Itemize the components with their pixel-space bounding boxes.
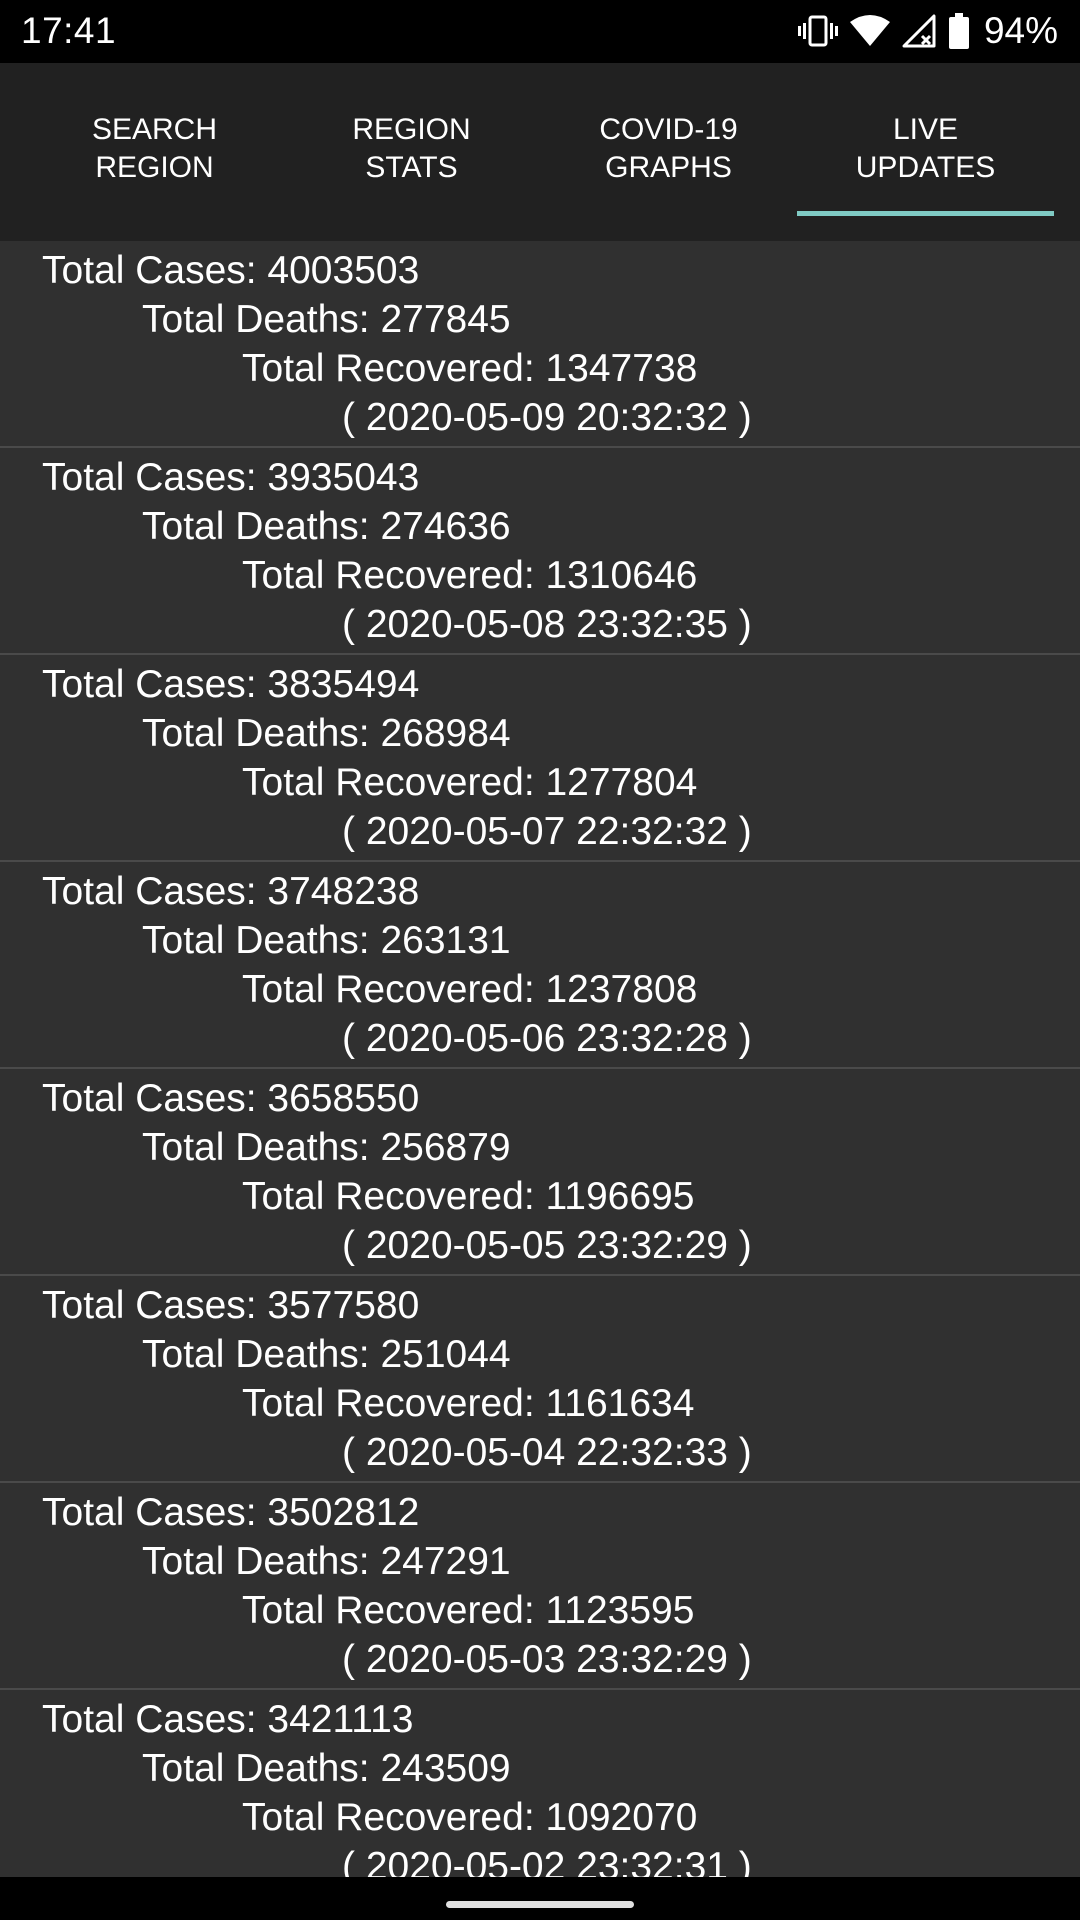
battery-icon bbox=[948, 13, 970, 49]
total-recovered: Total Recovered: 1161634 bbox=[242, 1382, 695, 1425]
app-screen: 17:41 94% SEARCH REGION REGION STATS COV… bbox=[0, 0, 1080, 1920]
total-cases: Total Cases: 3502812 bbox=[42, 1491, 420, 1534]
total-cases: Total Cases: 3577580 bbox=[42, 1284, 420, 1327]
list-item[interactable]: Total Cases: 3835494 Total Deaths: 26898… bbox=[0, 655, 1080, 862]
live-updates-list[interactable]: Total Cases: 4003503 Total Deaths: 27784… bbox=[0, 241, 1080, 1877]
total-deaths: Total Deaths: 277845 bbox=[142, 298, 511, 341]
tab-region-stats[interactable]: REGION STATS bbox=[283, 63, 540, 241]
total-cases: Total Cases: 3658550 bbox=[42, 1077, 420, 1120]
list-item[interactable]: Total Cases: 3502812 Total Deaths: 24729… bbox=[0, 1483, 1080, 1690]
total-cases: Total Cases: 3935043 bbox=[42, 456, 420, 499]
total-recovered: Total Recovered: 1347738 bbox=[242, 347, 698, 390]
update-timestamp: ( 2020-05-06 23:32:28 ) bbox=[342, 1017, 752, 1060]
home-gesture-handle[interactable] bbox=[446, 1901, 634, 1908]
list-item[interactable]: Total Cases: 4003503 Total Deaths: 27784… bbox=[0, 241, 1080, 448]
total-deaths: Total Deaths: 247291 bbox=[142, 1540, 511, 1583]
cell-signal-icon bbox=[902, 14, 936, 48]
update-timestamp: ( 2020-05-09 20:32:32 ) bbox=[342, 396, 752, 439]
total-recovered: Total Recovered: 1196695 bbox=[242, 1175, 695, 1218]
battery-percent: 94% bbox=[983, 10, 1058, 51]
update-timestamp: ( 2020-05-05 23:32:29 ) bbox=[342, 1224, 752, 1267]
status-time: 17:41 bbox=[21, 10, 117, 51]
total-cases: Total Cases: 3748238 bbox=[42, 870, 420, 913]
status-bar: 17:41 94% bbox=[0, 0, 1080, 63]
total-deaths: Total Deaths: 251044 bbox=[142, 1333, 511, 1376]
tab-label: LIVE UPDATES bbox=[855, 113, 996, 184]
status-icons: 94% bbox=[797, 8, 1058, 54]
list-item[interactable]: Total Cases: 3421113 Total Deaths: 24350… bbox=[0, 1690, 1080, 1877]
navigation-bar bbox=[0, 1877, 1080, 1920]
total-recovered: Total Recovered: 1310646 bbox=[242, 554, 698, 597]
total-recovered: Total Recovered: 1277804 bbox=[242, 761, 698, 804]
total-deaths: Total Deaths: 256879 bbox=[142, 1126, 511, 1169]
list-item[interactable]: Total Cases: 3658550 Total Deaths: 25687… bbox=[0, 1069, 1080, 1276]
update-timestamp: ( 2020-05-07 22:32:32 ) bbox=[342, 810, 752, 853]
total-recovered: Total Recovered: 1123595 bbox=[242, 1589, 695, 1632]
list-item[interactable]: Total Cases: 3748238 Total Deaths: 26313… bbox=[0, 862, 1080, 1069]
update-timestamp: ( 2020-05-08 23:32:35 ) bbox=[342, 603, 752, 646]
total-recovered: Total Recovered: 1092070 bbox=[242, 1796, 698, 1839]
tab-live-updates[interactable]: LIVE UPDATES bbox=[797, 63, 1054, 241]
selected-tab-indicator bbox=[797, 211, 1054, 216]
total-deaths: Total Deaths: 243509 bbox=[142, 1747, 511, 1790]
list-item[interactable]: Total Cases: 3935043 Total Deaths: 27463… bbox=[0, 448, 1080, 655]
total-recovered: Total Recovered: 1237808 bbox=[242, 968, 698, 1011]
tab-bar: SEARCH REGION REGION STATS COVID-19 GRAP… bbox=[0, 63, 1080, 241]
tab-label: SEARCH REGION bbox=[91, 113, 218, 184]
total-deaths: Total Deaths: 274636 bbox=[142, 505, 511, 548]
vibrate-icon bbox=[797, 14, 838, 48]
wifi-icon bbox=[849, 14, 890, 48]
total-deaths: Total Deaths: 268984 bbox=[142, 712, 511, 755]
update-timestamp: ( 2020-05-03 23:32:29 ) bbox=[342, 1638, 752, 1681]
tab-label: COVID-19 GRAPHS bbox=[599, 113, 738, 184]
total-deaths: Total Deaths: 263131 bbox=[142, 919, 511, 962]
tab-label: REGION STATS bbox=[352, 113, 471, 184]
total-cases: Total Cases: 4003503 bbox=[42, 249, 420, 292]
total-cases: Total Cases: 3421113 bbox=[42, 1698, 414, 1741]
list-item[interactable]: Total Cases: 3577580 Total Deaths: 25104… bbox=[0, 1276, 1080, 1483]
tab-search-region[interactable]: SEARCH REGION bbox=[26, 63, 283, 241]
update-timestamp: ( 2020-05-04 22:32:33 ) bbox=[342, 1431, 752, 1474]
total-cases: Total Cases: 3835494 bbox=[42, 663, 420, 706]
tab-covid-19-graphs[interactable]: COVID-19 GRAPHS bbox=[540, 63, 797, 241]
update-timestamp: ( 2020-05-02 23:32:31 ) bbox=[342, 1845, 752, 1877]
